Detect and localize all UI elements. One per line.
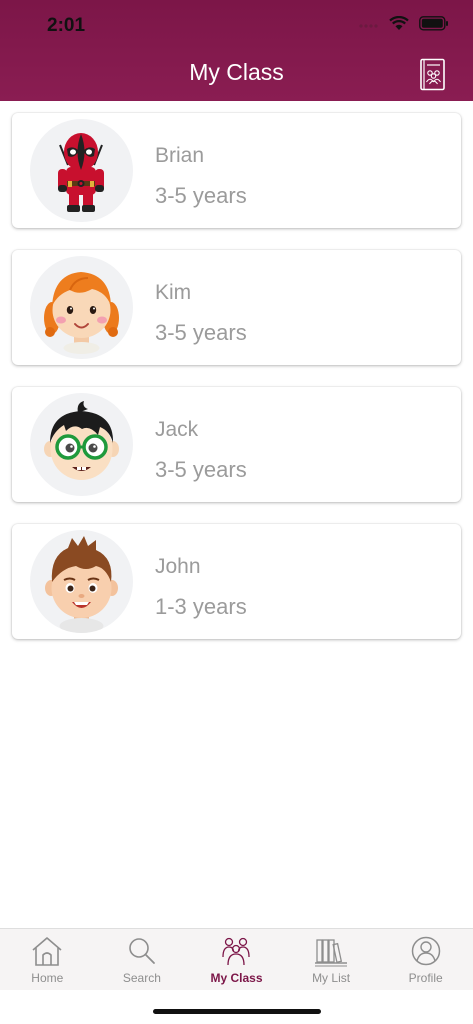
tab-my-class[interactable]: My Class bbox=[189, 929, 284, 990]
class-book-button[interactable] bbox=[419, 58, 447, 92]
books-icon bbox=[315, 939, 348, 967]
child-name: Brian bbox=[155, 144, 205, 167]
child-card-brian[interactable]: Brian 3-5 years bbox=[12, 113, 461, 228]
tab-label: Home bbox=[31, 971, 64, 985]
tab-profile[interactable]: Profile bbox=[378, 929, 473, 990]
tab-label: Search bbox=[122, 971, 161, 985]
home-indicator[interactable] bbox=[153, 1009, 321, 1014]
child-age: 3-5 years bbox=[155, 183, 247, 208]
child-card-john[interactable]: John 1-3 years bbox=[12, 524, 461, 639]
home-icon bbox=[32, 937, 62, 966]
class-book-icon bbox=[420, 58, 445, 91]
status-time: 2:01 bbox=[47, 15, 86, 36]
my-class-icon bbox=[222, 937, 251, 966]
tab-my-list[interactable]: My List bbox=[284, 929, 379, 990]
status-bar: 2:01 bbox=[0, 0, 473, 50]
child-age: 1-3 years bbox=[155, 594, 247, 619]
tab-bar: Home Search My Class My List Profile bbox=[0, 928, 473, 990]
brown-hair-boy-avatar bbox=[30, 530, 133, 633]
child-card-kim[interactable]: Kim 3-5 years bbox=[12, 250, 461, 365]
tab-search[interactable]: Search bbox=[95, 929, 190, 990]
tab-label: Profile bbox=[408, 971, 443, 985]
deadpool-avatar bbox=[30, 119, 133, 222]
tab-label: My List bbox=[312, 971, 351, 985]
battery-icon bbox=[419, 16, 449, 36]
child-name: Jack bbox=[155, 418, 199, 441]
child-age: 3-5 years bbox=[155, 457, 247, 482]
status-icons bbox=[359, 15, 449, 36]
tab-home[interactable]: Home bbox=[0, 929, 95, 990]
child-card-jack[interactable]: Jack 3-5 years bbox=[12, 387, 461, 502]
page-title: My Class bbox=[189, 59, 284, 85]
search-icon bbox=[129, 938, 155, 964]
profile-icon bbox=[411, 936, 440, 966]
redhead-girl-avatar bbox=[30, 256, 133, 359]
child-name: Kim bbox=[155, 281, 192, 304]
glasses-boy-avatar bbox=[30, 393, 133, 496]
child-name: John bbox=[155, 555, 201, 578]
signal-icon bbox=[359, 17, 379, 35]
app-header: 2:01 My Class bbox=[0, 0, 473, 101]
child-age: 3-5 years bbox=[155, 320, 247, 345]
tab-label: My Class bbox=[210, 971, 263, 985]
wifi-icon bbox=[389, 15, 409, 36]
